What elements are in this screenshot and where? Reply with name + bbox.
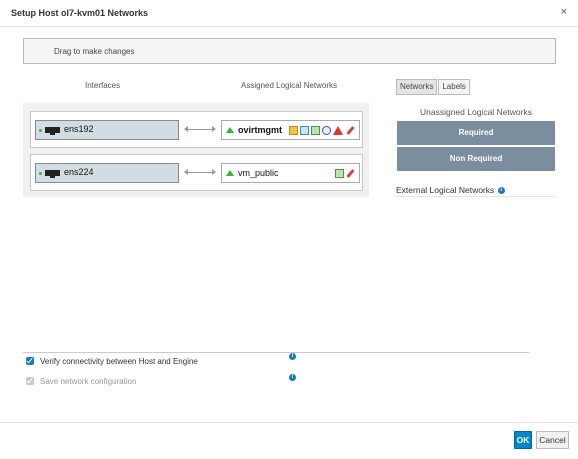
connection-arrow-icon (184, 126, 216, 132)
assigned-networks-column-header: Assigned Logical Networks (241, 81, 338, 90)
edit-pencil-icon[interactable] (346, 169, 355, 178)
options-separator (23, 352, 529, 353)
drag-hint-text: Drag to make changes (54, 47, 135, 56)
dialog-header: Setup Host ol7-kvm01 Networks × (0, 0, 578, 27)
network-row: ens224 vm_public (30, 154, 363, 191)
tab-labels[interactable]: Labels (438, 79, 470, 95)
save-network-config-label: Save network configuration (40, 377, 137, 386)
info-icon[interactable]: i (289, 374, 296, 381)
interfaces-column-header: Interfaces (85, 81, 121, 90)
tab-networks[interactable]: Networks (396, 79, 438, 95)
tab-bar: Networks Labels (396, 79, 470, 95)
nic-icon (45, 170, 60, 178)
close-icon[interactable]: × (561, 6, 567, 18)
info-icon[interactable]: i (497, 187, 505, 195)
info-icon[interactable]: i (289, 353, 296, 360)
verify-connectivity-checkbox[interactable] (26, 357, 34, 365)
logical-network-name: ovirtmgmt (238, 125, 283, 135)
external-networks-label: External Logical Networks (396, 185, 495, 195)
external-networks-area (396, 196, 555, 197)
network-row: ens192 ovirtmgmt (30, 111, 363, 148)
logical-network-box[interactable]: vm_public (221, 163, 360, 183)
up-arrow-icon (226, 127, 234, 133)
interface-box[interactable]: ens192 (35, 120, 179, 140)
cancel-button[interactable]: Cancel (536, 431, 569, 449)
interface-name: ens192 (64, 124, 94, 134)
warning-icon[interactable] (333, 126, 343, 135)
dialog-title: Setup Host ol7-kvm01 Networks (11, 8, 149, 18)
unassigned-networks-title: Unassigned Logical Networks (420, 107, 532, 117)
status-dot-icon (39, 172, 42, 175)
edit-pencil-icon[interactable] (346, 126, 355, 135)
logical-network-box[interactable]: ovirtmgmt (221, 120, 360, 140)
interface-box[interactable]: ens224 (35, 163, 179, 183)
display-network-icon (300, 126, 309, 135)
drag-hint-box: Drag to make changes (23, 38, 556, 64)
migration-network-icon (311, 126, 320, 135)
interface-name: ens224 (64, 167, 94, 177)
save-network-config-checkbox (26, 377, 34, 385)
connection-arrow-icon (184, 169, 216, 175)
verify-connectivity-label: Verify connectivity between Host and Eng… (40, 357, 198, 366)
non-required-networks-section[interactable]: Non Required (397, 147, 555, 171)
logical-network-name: vm_public (238, 168, 279, 178)
vm-network-icon (289, 126, 298, 135)
ok-button[interactable]: OK (514, 431, 532, 449)
dialog-footer-divider (0, 422, 578, 423)
nic-icon (45, 127, 60, 135)
network-mapping-panel: ens192 ovirtmgmt ens224 vm_public (23, 103, 369, 197)
external-networks-title: External Logical Networks i (396, 185, 505, 195)
sync-icon (322, 126, 331, 135)
status-dot-icon (39, 129, 42, 132)
vm-network-icon (335, 169, 344, 178)
up-arrow-icon (226, 170, 234, 176)
required-networks-section[interactable]: Required (397, 121, 555, 145)
